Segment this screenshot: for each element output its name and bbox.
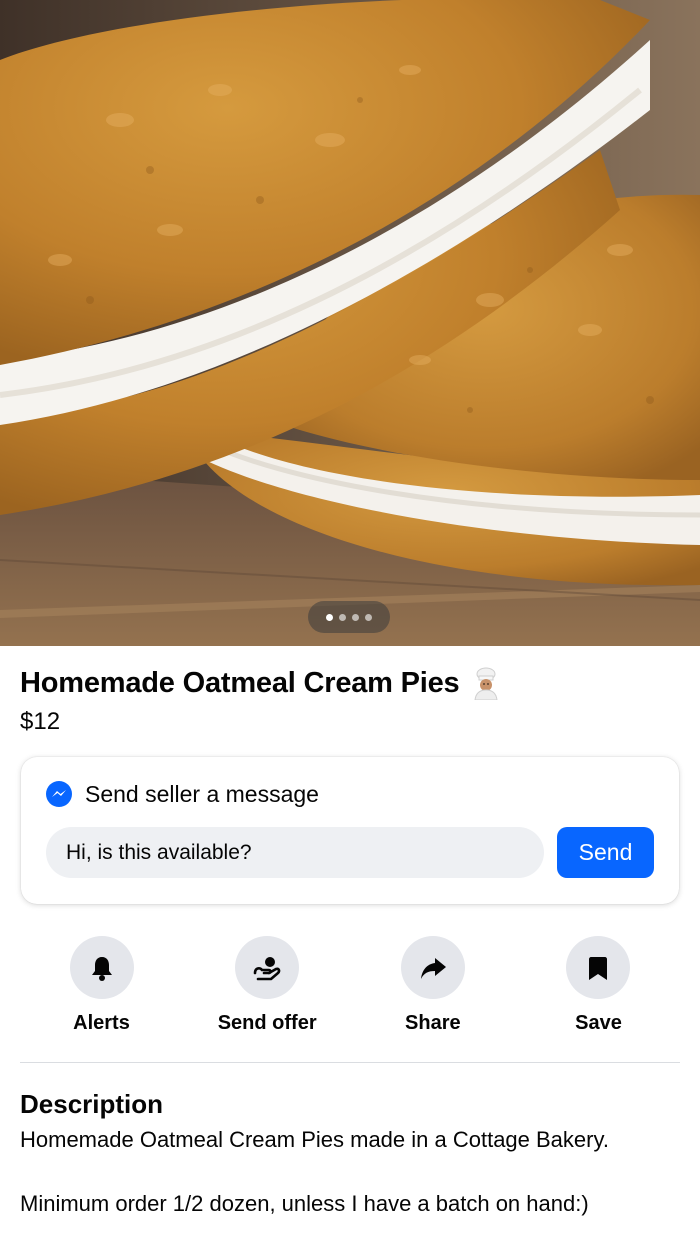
pager-dot [339,613,346,621]
divider [20,1062,680,1063]
alerts-icon-circle[interactable] [69,936,134,999]
alerts-label: Alerts [73,1012,130,1034]
save-icon-circle[interactable] [566,936,631,999]
message-card-title: Send seller a message [85,781,319,807]
offer-icon [253,956,281,980]
message-card-header: Send seller a message [45,779,319,809]
send-offer-label: Send offer [217,1012,317,1034]
photo-pager[interactable] [308,601,390,633]
listing-photo[interactable] [0,0,700,646]
description-line-1: Homemade Oatmeal Cream Pies made in a Co… [20,1127,609,1152]
description-line-2: Minimum order 1/2 dozen, unless I have a… [20,1191,589,1216]
cream-pies-image [0,0,700,646]
chef-icon [474,667,498,700]
send-offer-icon-circle[interactable] [235,936,300,999]
listing-title: Homemade Oatmeal Cream Pies [20,667,460,699]
save-label: Save [575,1012,622,1034]
pager-dot [352,613,359,621]
action-row: Alerts Send offer Share Save [19,936,681,1036]
share-icon-circle[interactable] [400,936,465,999]
bookmark-icon [589,956,608,980]
bell-icon [91,956,112,981]
send-button[interactable]: Send [557,827,654,878]
pager-dot-active [326,613,333,621]
share-button[interactable]: Share [350,936,515,1036]
save-button[interactable]: Save [516,936,681,1036]
listing-price: $12 [20,708,61,735]
alerts-button[interactable]: Alerts [19,936,184,1036]
listing-title-row: Homemade Oatmeal Cream Pies [20,664,680,702]
message-seller-card: Send seller a message Send [21,757,679,904]
description-heading: Description [20,1089,164,1119]
messenger-icon [46,781,72,807]
message-input[interactable] [46,827,544,878]
share-label: Share [405,1012,461,1034]
pager-dot [365,613,372,621]
send-offer-button[interactable]: Send offer [185,936,350,1036]
listing-page: Homemade Oatmeal Cream Pies $12 Send sel… [0,0,700,1244]
share-arrow-icon [420,957,446,979]
